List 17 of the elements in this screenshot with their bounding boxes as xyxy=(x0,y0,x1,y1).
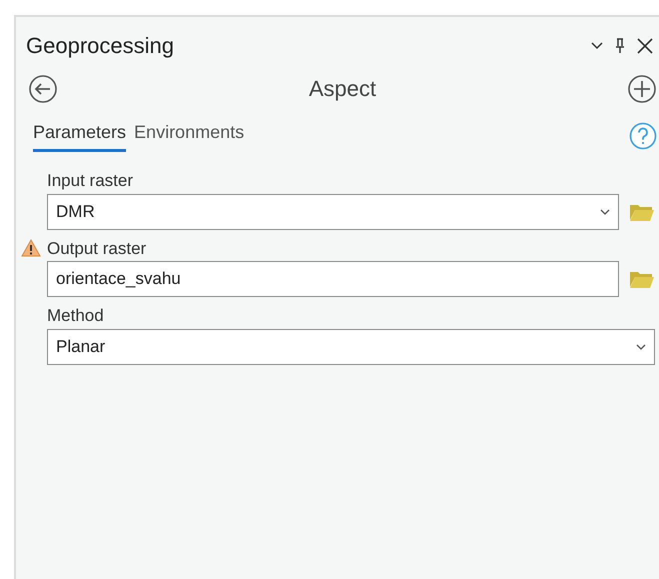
chevron-down-icon[interactable] xyxy=(591,42,603,50)
parameter-label: Output raster xyxy=(47,238,146,260)
pin-icon[interactable] xyxy=(615,38,625,54)
tool-title: Aspect xyxy=(308,75,376,103)
tab[interactable]: Parameters xyxy=(33,119,126,152)
chevron-down-icon xyxy=(600,208,610,214)
dropdown[interactable]: Planar xyxy=(47,328,655,364)
panel-title: Geoprocessing xyxy=(26,32,174,60)
close-icon[interactable] xyxy=(637,38,653,54)
dropdown[interactable]: DMR xyxy=(47,194,619,230)
add-icon[interactable] xyxy=(626,74,657,104)
chevron-down-icon xyxy=(636,344,646,350)
parameter-label: Input raster xyxy=(47,170,133,192)
help-icon[interactable] xyxy=(629,122,657,150)
input-field[interactable]: orientace_svahu xyxy=(47,261,619,297)
tab[interactable]: Environments xyxy=(134,119,244,152)
parameter-label: Method xyxy=(47,305,104,327)
